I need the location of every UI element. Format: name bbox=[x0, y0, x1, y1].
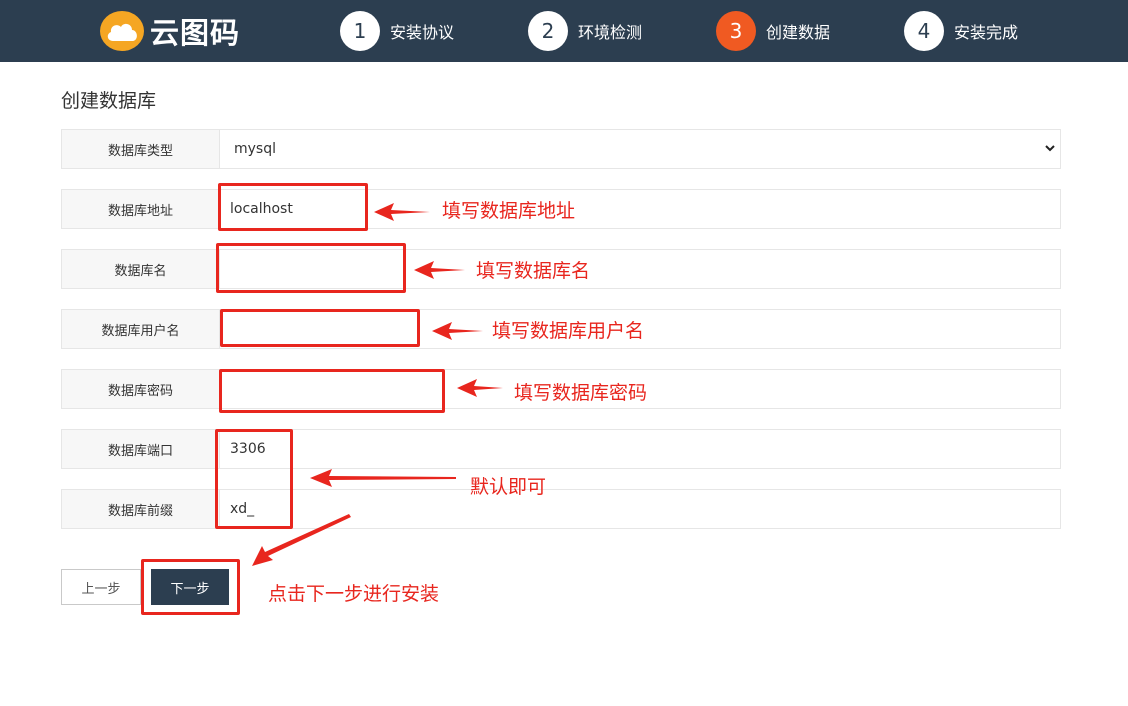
logo: 云图码 bbox=[100, 10, 240, 52]
db-type-label: 数据库类型 bbox=[62, 130, 220, 168]
step-3-active[interactable]: 3 创建数据 bbox=[716, 10, 830, 52]
annotation-name: 填写数据库名 bbox=[476, 260, 591, 282]
arrow-left-icon bbox=[457, 379, 503, 397]
step-label: 安装完成 bbox=[954, 23, 1019, 42]
db-prefix-label: 数据库前缀 bbox=[62, 490, 220, 528]
highlight-box-name bbox=[216, 243, 406, 293]
arrow-left-icon bbox=[374, 203, 430, 221]
db-user-label: 数据库用户名 bbox=[62, 310, 220, 348]
step-number: 1 bbox=[340, 11, 380, 51]
arrow-down-left-icon bbox=[252, 514, 351, 566]
step-label: 安装协议 bbox=[390, 23, 455, 42]
db-type-row: 数据库类型 mysql bbox=[61, 129, 1061, 169]
db-host-label: 数据库地址 bbox=[62, 190, 220, 228]
highlight-box-host bbox=[218, 183, 368, 231]
annotation-defaults: 默认即可 bbox=[470, 476, 547, 498]
step-number: 4 bbox=[904, 11, 944, 51]
step-number: 3 bbox=[716, 11, 756, 51]
db-name-label: 数据库名 bbox=[62, 250, 220, 288]
step-4[interactable]: 4 安装完成 bbox=[904, 10, 1018, 52]
next-button[interactable]: 下一步 bbox=[151, 569, 229, 605]
step-number: 2 bbox=[528, 11, 568, 51]
step-1[interactable]: 1 安装协议 bbox=[340, 10, 454, 52]
db-type-select[interactable]: mysql bbox=[220, 130, 1060, 168]
chevron-down-icon bbox=[1045, 145, 1055, 152]
page-title: 创建数据库 bbox=[61, 90, 157, 112]
step-label: 创建数据 bbox=[766, 23, 831, 42]
arrow-left-icon bbox=[310, 469, 456, 487]
prev-button[interactable]: 上一步 bbox=[61, 569, 141, 605]
arrow-left-icon bbox=[432, 322, 483, 340]
annotation-next: 点击下一步进行安装 bbox=[268, 583, 440, 605]
annotation-password: 填写数据库密码 bbox=[514, 382, 648, 404]
top-navbar: 云图码 1 安装协议 2 环境检测 3 创建数据 4 安装完成 bbox=[0, 0, 1128, 62]
highlight-box-user bbox=[220, 309, 420, 347]
highlight-box-password bbox=[219, 369, 445, 413]
annotation-user: 填写数据库用户名 bbox=[492, 320, 645, 342]
db-type-value: mysql bbox=[234, 141, 276, 157]
cloud-icon bbox=[100, 11, 144, 51]
db-port-input[interactable] bbox=[220, 430, 1060, 468]
db-prefix-row: 数据库前缀 bbox=[61, 489, 1061, 529]
logo-text: 云图码 bbox=[150, 16, 241, 50]
step-2[interactable]: 2 环境检测 bbox=[528, 10, 642, 52]
annotation-host: 填写数据库地址 bbox=[442, 200, 576, 222]
db-password-label: 数据库密码 bbox=[62, 370, 220, 408]
step-label: 环境检测 bbox=[578, 23, 643, 42]
arrow-left-icon bbox=[414, 261, 465, 279]
db-port-label: 数据库端口 bbox=[62, 430, 220, 468]
db-port-row: 数据库端口 bbox=[61, 429, 1061, 469]
